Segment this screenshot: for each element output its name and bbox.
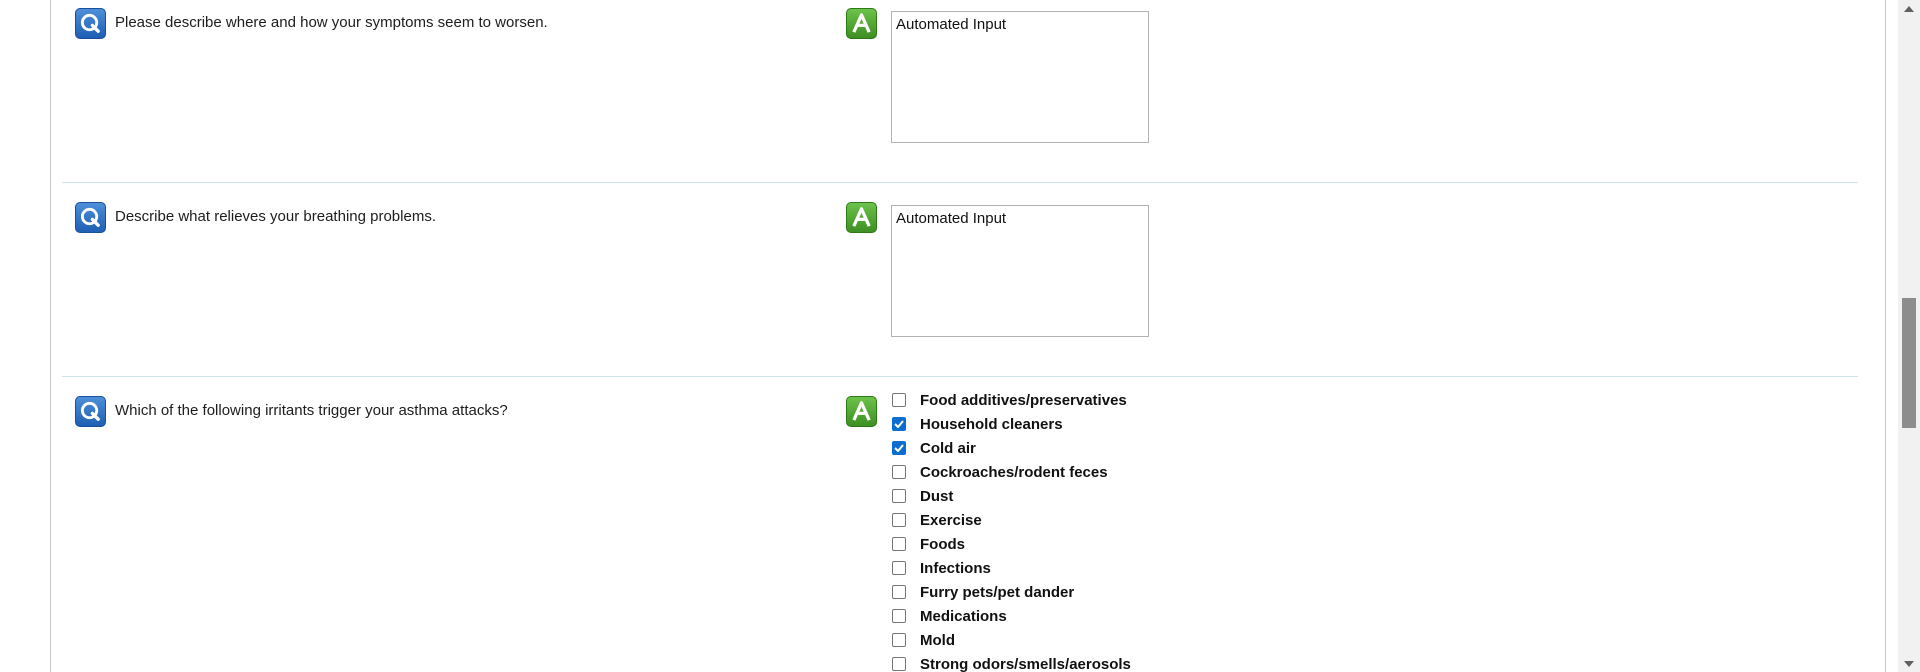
question-block-1: Please describe where and how your sympt… xyxy=(62,8,1858,148)
checkbox[interactable] xyxy=(892,633,906,647)
question-text: Which of the following irritants trigger… xyxy=(115,402,508,419)
question-text: Describe what relieves your breathing pr… xyxy=(115,208,436,225)
checklist-item[interactable]: Strong odors/smells/aerosols xyxy=(891,652,1131,672)
question-block-2: Describe what relieves your breathing pr… xyxy=(62,202,1858,342)
answer-textarea[interactable]: Automated Input xyxy=(891,205,1149,337)
checkbox-label: Furry pets/pet dander xyxy=(920,583,1075,601)
irritants-checklist: Food additives/preservatives Household cl… xyxy=(891,388,1131,672)
checklist-item[interactable]: Cold air xyxy=(891,436,1131,460)
checklist-item[interactable]: Furry pets/pet dander xyxy=(891,580,1131,604)
question-icon xyxy=(75,396,106,427)
checkbox-label: Mold xyxy=(920,631,955,649)
checkbox-label: Food additives/preservatives xyxy=(920,391,1127,409)
checklist-item[interactable]: Medications xyxy=(891,604,1131,628)
checkbox-label: Dust xyxy=(920,487,954,505)
checkbox[interactable] xyxy=(892,585,906,599)
checkbox[interactable] xyxy=(892,465,906,479)
question-icon xyxy=(75,202,106,233)
checkbox[interactable] xyxy=(892,393,906,407)
checklist-item[interactable]: Household cleaners xyxy=(891,412,1131,436)
checkbox-label: Cockroaches/rodent feces xyxy=(920,463,1108,481)
question-separator xyxy=(62,376,1858,377)
checkbox[interactable] xyxy=(892,537,906,551)
vertical-scrollbar[interactable] xyxy=(1898,0,1920,672)
answer-textarea[interactable]: Automated Input xyxy=(891,11,1149,143)
checkbox[interactable] xyxy=(892,441,906,455)
checklist-item[interactable]: Foods xyxy=(891,532,1131,556)
question-text: Please describe where and how your sympt… xyxy=(115,14,548,31)
checkbox[interactable] xyxy=(892,657,906,671)
question-separator xyxy=(62,182,1858,183)
question-icon xyxy=(75,8,106,39)
checklist-item[interactable]: Dust xyxy=(891,484,1131,508)
checkbox-label: Cold air xyxy=(920,439,976,457)
checklist-item[interactable]: Infections xyxy=(891,556,1131,580)
checkbox[interactable] xyxy=(892,561,906,575)
answer-icon xyxy=(846,8,877,39)
question-block-3: Which of the following irritants trigger… xyxy=(62,392,1858,672)
answer-icon xyxy=(846,396,877,427)
checkbox-label: Household cleaners xyxy=(920,415,1063,433)
checkbox[interactable] xyxy=(892,513,906,527)
checklist-item[interactable]: Exercise xyxy=(891,508,1131,532)
page: Please describe where and how your sympt… xyxy=(0,0,1920,672)
checkbox-label: Foods xyxy=(920,535,965,553)
checkbox-label: Exercise xyxy=(920,511,982,529)
checkbox[interactable] xyxy=(892,489,906,503)
scroll-up-arrow-icon[interactable] xyxy=(1898,0,1920,17)
checklist-item[interactable]: Mold xyxy=(891,628,1131,652)
checkbox-label: Infections xyxy=(920,559,991,577)
checkbox-label: Medications xyxy=(920,607,1007,625)
checkbox[interactable] xyxy=(892,417,906,431)
scrollbar-thumb[interactable] xyxy=(1902,298,1916,428)
checklist-item[interactable]: Cockroaches/rodent feces xyxy=(891,460,1131,484)
answer-icon xyxy=(846,202,877,233)
scroll-down-arrow-icon[interactable] xyxy=(1898,655,1920,672)
checkbox-label: Strong odors/smells/aerosols xyxy=(920,655,1131,672)
checklist-item[interactable]: Food additives/preservatives xyxy=(891,388,1131,412)
checkbox[interactable] xyxy=(892,609,906,623)
